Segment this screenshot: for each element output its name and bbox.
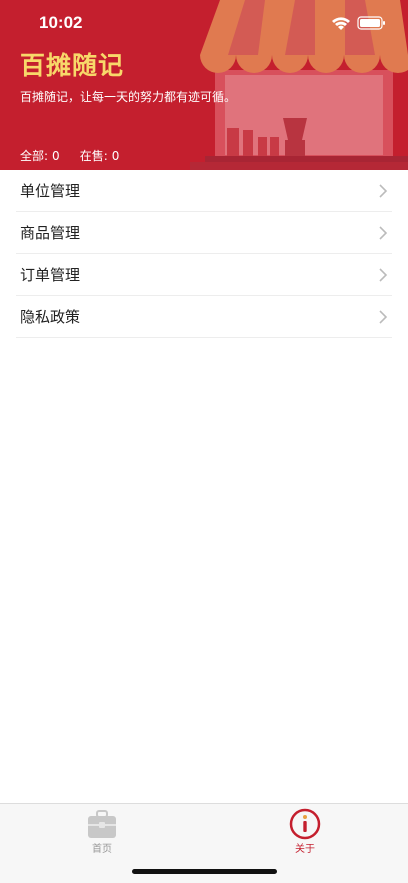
stat-on-sale-value: 0	[111, 149, 120, 163]
tab-home[interactable]: 首页	[42, 808, 162, 858]
info-icon	[289, 808, 321, 840]
battery-icon	[357, 16, 385, 30]
status-time: 10:02	[39, 13, 83, 32]
home-indicator	[132, 869, 277, 874]
stat-total-value: 0	[52, 149, 60, 163]
menu-item-product-management[interactable]: 商品管理	[16, 212, 392, 254]
stat-total: 全部: 0	[20, 147, 60, 164]
app-title: 百摊随记	[20, 51, 125, 80]
chevron-right-icon	[379, 184, 388, 198]
menu-item-label: 订单管理	[20, 266, 81, 284]
stat-on-sale-label: 在售:	[79, 149, 108, 163]
menu-item-unit-management[interactable]: 单位管理	[16, 170, 392, 212]
tab-home-label: 首页	[92, 844, 112, 855]
menu-item-label: 商品管理	[20, 224, 81, 242]
status-icons	[332, 16, 385, 30]
menu-item-privacy-policy[interactable]: 隐私政策	[16, 296, 392, 338]
menu-item-label: 单位管理	[20, 182, 81, 200]
app-slogan: 百摊随记，让每一天的努力都有迹可循。	[20, 90, 237, 104]
tab-about-label: 关于	[295, 844, 315, 855]
menu-item-label: 隐私政策	[20, 308, 81, 326]
tab-about[interactable]: 关于	[245, 808, 365, 858]
menu-item-order-management[interactable]: 订单管理	[16, 254, 392, 296]
chevron-right-icon	[379, 226, 388, 240]
stat-total-label: 全部:	[20, 149, 49, 163]
status-bar: 10:02	[0, 0, 408, 44]
stats-row: 全部: 0 在售: 0	[20, 147, 119, 164]
chevron-right-icon	[379, 310, 388, 324]
stat-on-sale: 在售: 0	[80, 147, 120, 164]
wifi-icon	[332, 17, 350, 30]
profile-header: 10:02 百摊随记 百摊随记，让每一天的努力都有迹可循。 全部: 0 在售: 0	[0, 0, 408, 170]
settings-menu: 单位管理 商品管理 订单管理 隐私政策	[0, 170, 408, 338]
chevron-right-icon	[379, 268, 388, 282]
briefcase-icon	[88, 810, 116, 838]
